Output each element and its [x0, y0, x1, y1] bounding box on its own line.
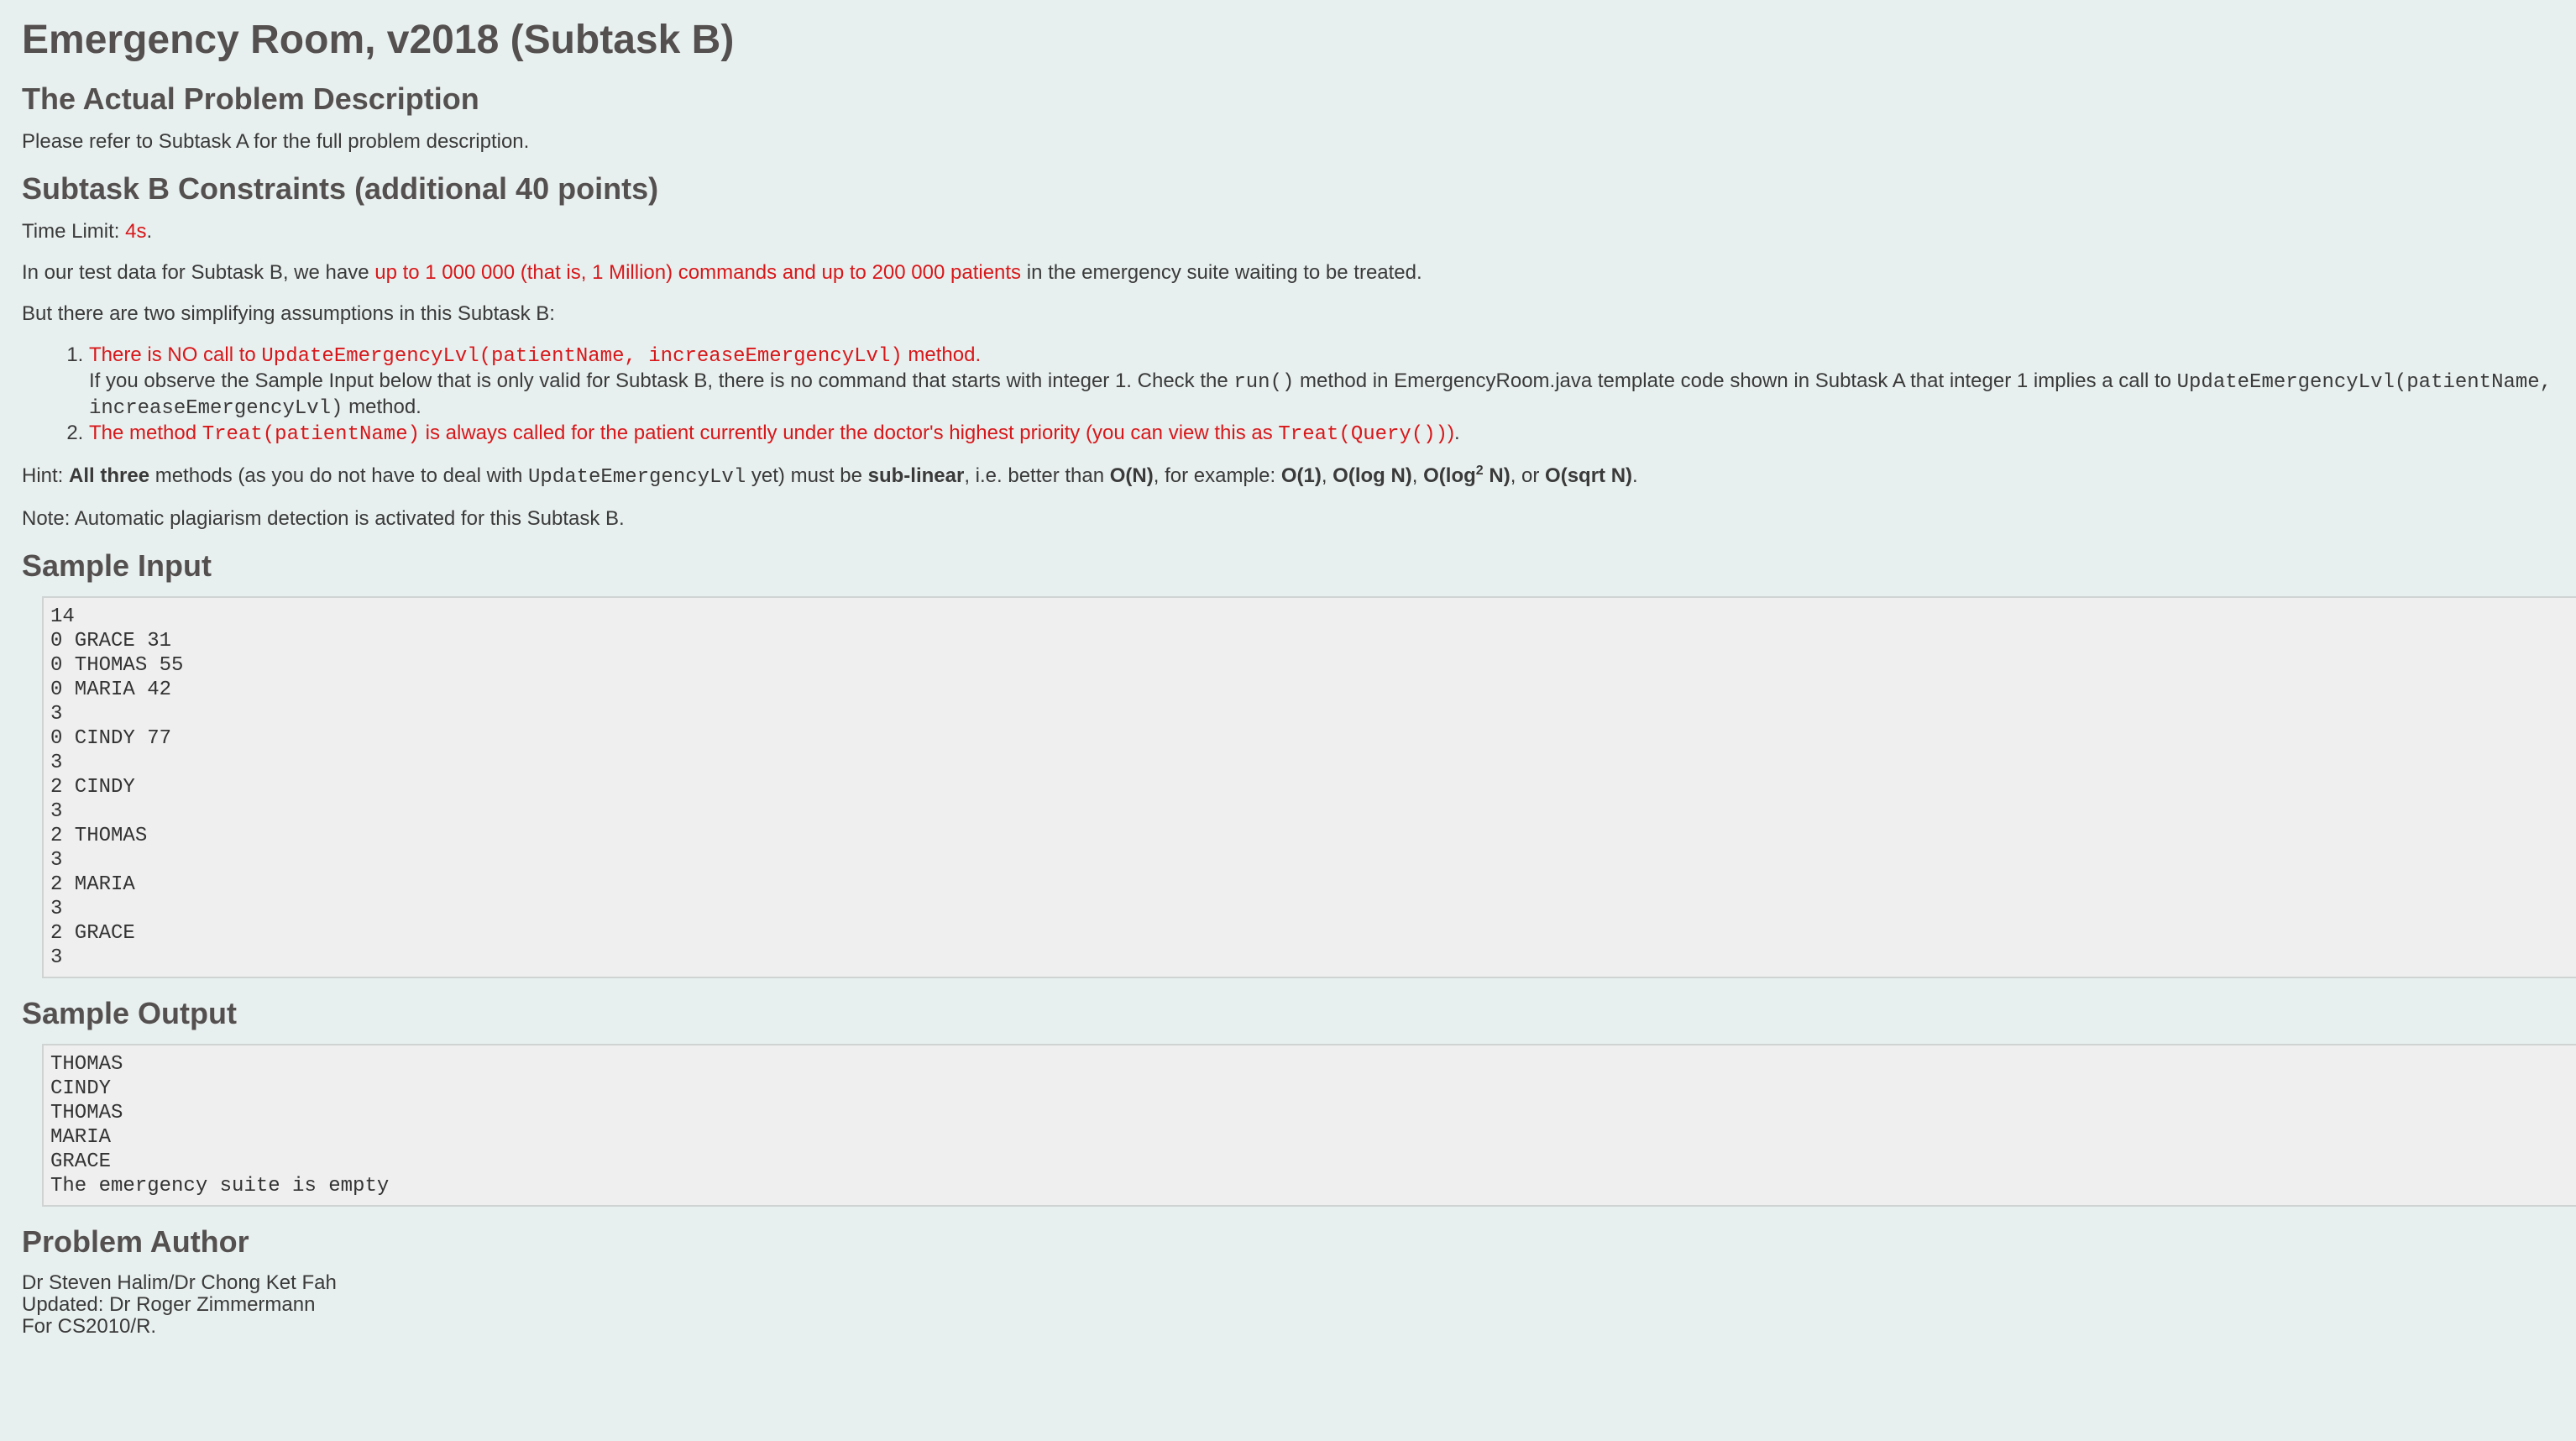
test-data-text: In our test data for Subtask B, we have …: [22, 260, 2554, 285]
assumption-2-text: The method Treat(patientName) is always …: [89, 422, 1455, 446]
assumption-1-note-b: method in EmergencyRoom.java template co…: [1294, 369, 2177, 392]
assumption-1-note-c: method.: [343, 396, 421, 418]
hint-code: UpdateEmergencyLvl: [527, 466, 746, 489]
test-data-prefix: In our test data for Subtask B, we have: [22, 261, 375, 284]
assumption-2-part-a: The method: [89, 422, 202, 444]
assumptions-list: There is NO call to UpdateEmergencyLvl(p…: [22, 343, 2554, 447]
hint-olog2-sup: 2: [1475, 464, 1484, 478]
assumption-item-2: The method Treat(patientName) is always …: [89, 421, 2554, 447]
hint-osqrt: O(sqrt N): [1545, 464, 1633, 487]
hint-all-three: All three: [69, 464, 150, 487]
hint-olog2n: O(log2 N): [1423, 464, 1511, 488]
sample-input-heading: Sample Input: [22, 548, 212, 583]
hint-olog2-b: N): [1483, 464, 1511, 487]
assumption-1-text: There is NO call to UpdateEmergencyLvl(p…: [89, 343, 982, 368]
sample-output-block[interactable]: THOMAS CINDY THOMAS MARIA GRACE The emer…: [42, 1044, 2576, 1207]
problem-author-heading: Problem Author: [22, 1224, 249, 1259]
author-line-1: Dr Steven Halim/Dr Chong Ket Fah: [22, 1271, 337, 1294]
run-method-code: run(): [1233, 371, 1295, 394]
test-data-suffix: in the emergency suite waiting to be tre…: [1021, 261, 1422, 284]
assumption-1-note-a: If you observe the Sample Input below th…: [89, 369, 1234, 392]
actual-problem-heading: The Actual Problem Description: [22, 81, 479, 116]
hint-sep-3: , or: [1510, 464, 1546, 487]
author-info: Dr Steven Halim/Dr Chong Ket Fah Updated…: [22, 1272, 2554, 1338]
assumption-2-part-b: is always called for the patient current…: [420, 422, 1279, 444]
time-limit: Time Limit: 4s.: [22, 219, 2554, 244]
hint-sep-1: ,: [1321, 464, 1333, 487]
author-line-2: Updated: Dr Roger Zimmermann: [22, 1293, 316, 1316]
time-limit-label: Time Limit:: [22, 220, 126, 243]
hint-sep-2: ,: [1411, 464, 1424, 487]
treat-query-code: Treat(Query()): [1278, 423, 1448, 446]
sample-input-block[interactable]: 14 0 GRACE 31 0 THOMAS 55 0 MARIA 42 3 0…: [42, 596, 2576, 978]
treat-method-code: Treat(patientName): [202, 423, 420, 446]
hint-on: O(N): [1109, 464, 1154, 487]
hint-part-d: , for example:: [1153, 464, 1281, 487]
hint-olog2-a: O(log: [1423, 464, 1476, 487]
assumption-1-note: If you observe the Sample Input below th…: [89, 369, 2552, 420]
assumption-2-end: .: [1454, 422, 1460, 444]
actual-problem-text: Please refer to Subtask A for the full p…: [22, 130, 530, 153]
assumption-1-part-b: method.: [902, 343, 982, 366]
assumptions-intro: But there are two simplifying assumption…: [22, 302, 555, 325]
hint-part-a: methods (as you do not have to deal with: [149, 464, 528, 487]
plagiarism-note: Note: Automatic plagiarism detection is …: [22, 507, 625, 530]
assumption-item-1: There is NO call to UpdateEmergencyLvl(p…: [89, 343, 2554, 421]
assumption-2-part-c: ): [1448, 422, 1455, 444]
assumption-1-code: UpdateEmergencyLvl(patientName, increase…: [261, 345, 903, 368]
test-data-highlight: up to 1 000 000 (that is, 1 Million) com…: [374, 261, 1022, 284]
hint-text: Hint: All three methods (as you do not h…: [22, 464, 2554, 490]
time-limit-suffix: .: [146, 220, 153, 243]
author-line-3: For CS2010/R.: [22, 1315, 157, 1338]
constraints-heading: Subtask B Constraints (additional 40 poi…: [22, 171, 659, 206]
hint-label: Hint:: [22, 464, 70, 487]
hint-part-b: yet) must be: [746, 464, 868, 487]
hint-part-c: , i.e. better than: [964, 464, 1110, 487]
hint-o1: O(1): [1280, 464, 1322, 487]
page-title: Emergency Room, v2018 (Subtask B): [22, 18, 735, 62]
sample-output-heading: Sample Output: [22, 996, 238, 1030]
hint-sub-linear: sub-linear: [867, 464, 965, 487]
hint-ologn: O(log N): [1333, 464, 1412, 487]
problem-page: Emergency Room, v2018 (Subtask B) The Ac…: [0, 17, 2576, 1338]
assumption-1-part-a: There is NO call to: [89, 343, 262, 366]
time-limit-value: 4s: [125, 220, 147, 243]
hint-end: .: [1632, 464, 1638, 487]
